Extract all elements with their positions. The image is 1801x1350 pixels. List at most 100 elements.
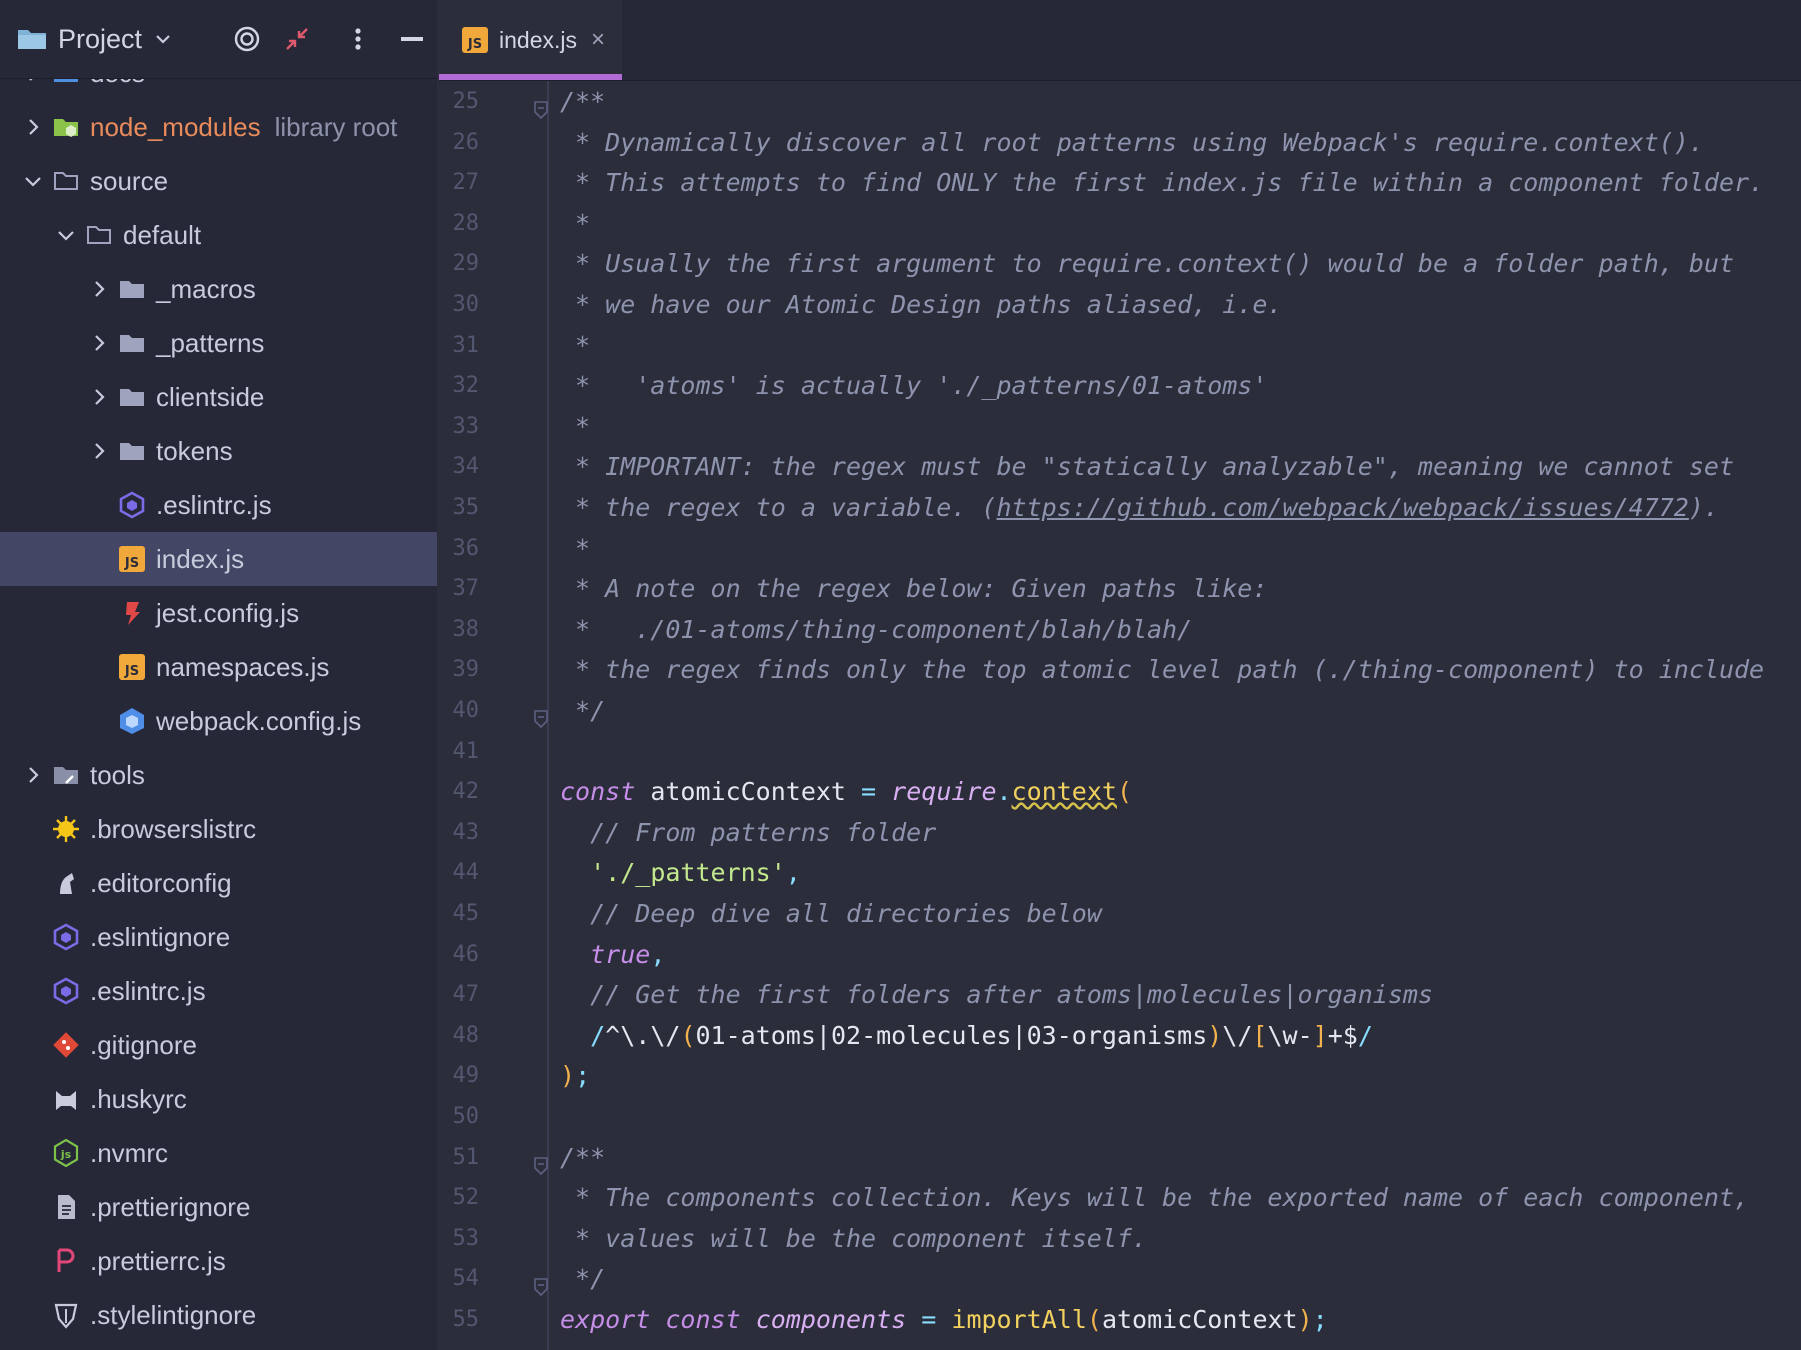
line-number: 41 — [452, 738, 480, 764]
tree-item[interactable]: tools — [0, 748, 437, 802]
tree-item-label: jest.config.js — [156, 597, 300, 628]
expand-toggle[interactable] — [20, 78, 46, 100]
line-number: 32 — [452, 373, 480, 399]
code-text: // From patterns folder — [560, 813, 936, 853]
tree-item[interactable]: tokens — [0, 424, 437, 478]
code-token: * — [560, 330, 591, 360]
code-editor[interactable]: 25/** 26 * Dynamically discover all root … — [439, 81, 1801, 1350]
fold-marker-icon[interactable] — [533, 92, 549, 120]
code-token: * 'atoms' is actually './_patterns/01-at… — [560, 371, 1268, 401]
code-token: * Dynamically discover all root patterns… — [560, 127, 1704, 157]
code-token: [ — [1252, 1020, 1268, 1050]
code-token: // Deep dive all directories below — [560, 899, 1102, 928]
code-token: * values will be the component itself. — [560, 1223, 1147, 1253]
tree-item[interactable]: _macros — [0, 262, 437, 316]
code-token: . — [996, 777, 1012, 807]
tree-item[interactable]: .gitignore — [0, 1018, 437, 1072]
expand-toggle[interactable] — [86, 316, 112, 370]
tree-item[interactable]: .eslintrc.js — [0, 964, 437, 1018]
tree-item-label: index.js — [156, 543, 245, 574]
line-number: 29 — [452, 251, 480, 277]
project-view-selector[interactable]: Project — [16, 0, 172, 78]
tree-item-label: namespaces.js — [156, 651, 330, 682]
tree-item[interactable]: .eslintignore — [0, 910, 437, 964]
fold-marker-icon[interactable] — [533, 701, 549, 729]
code-token: / — [1357, 1020, 1373, 1050]
collapse-all-button[interactable] — [283, 0, 311, 78]
expand-toggle[interactable] — [53, 208, 79, 262]
fold-marker-icon[interactable] — [533, 1148, 549, 1175]
locate-file-button[interactable] — [232, 0, 262, 78]
tree-item[interactable]: .eslintrc.js — [0, 478, 437, 532]
code-line: 37 * A note on the regex below: Given pa… — [439, 569, 1801, 609]
expand-toggle[interactable] — [86, 424, 112, 478]
code-token: */ — [560, 1264, 606, 1294]
tree-item[interactable]: JS index.js — [0, 532, 437, 586]
folder-open-icon — [50, 154, 82, 208]
code-token: ). — [1688, 493, 1719, 522]
code-text: */ — [560, 691, 605, 731]
code-token: https://github.com/webpack/webpack/issue… — [996, 493, 1689, 522]
code-token: * the regex to a variable. ( — [560, 493, 997, 522]
hide-panel-button[interactable] — [400, 0, 424, 78]
tree-item-label: _patterns — [156, 327, 265, 358]
stylelint-icon — [50, 1288, 82, 1342]
code-token: , — [650, 939, 666, 969]
code-token: atomicContext — [635, 777, 862, 807]
tree-item[interactable]: node_modules library root — [0, 100, 437, 154]
expand-toggle[interactable] — [20, 100, 46, 154]
tree-item[interactable]: .browserslistrc — [0, 802, 437, 856]
tree-item[interactable]: js .nvmrc — [0, 1126, 437, 1180]
expand-toggle[interactable] — [20, 154, 46, 208]
expand-toggle[interactable] — [86, 262, 112, 316]
tree-item[interactable]: docs — [0, 78, 437, 100]
js-file-icon: JS — [116, 532, 148, 586]
tree-item[interactable]: clientside — [0, 370, 437, 424]
tree-item[interactable]: webpack.config.js — [0, 694, 437, 748]
tree-item[interactable]: _patterns — [0, 316, 437, 370]
code-token: context — [1011, 777, 1117, 807]
expand-toggle[interactable] — [86, 370, 112, 424]
tree-item[interactable]: .prettierignore — [0, 1180, 437, 1234]
tab-close-button[interactable]: × — [591, 26, 605, 54]
code-token: \/ — [1222, 1020, 1253, 1050]
tree-item[interactable]: .stylelintignore — [0, 1288, 437, 1342]
tree-item[interactable]: default — [0, 208, 437, 262]
tree-item[interactable]: .prettierrc.js — [0, 1234, 437, 1288]
tree-item[interactable]: JS namespaces.js — [0, 640, 437, 694]
tree-item[interactable]: source — [0, 154, 437, 208]
tree-item[interactable]: .editorconfig — [0, 856, 437, 910]
more-vertical-icon — [355, 28, 361, 50]
code-line: 39 * the regex finds only the top atomic… — [439, 650, 1801, 690]
git-icon — [50, 1018, 82, 1072]
code-line: 44 './_patterns', — [439, 853, 1801, 893]
code-token: const — [665, 1305, 741, 1334]
code-line: 51 /** — [439, 1138, 1801, 1178]
code-token: * This attempts to find ONLY the first i… — [560, 168, 1765, 198]
code-token: ) — [1297, 1305, 1313, 1334]
code-token: +$ — [1327, 1020, 1358, 1050]
line-number: 44 — [452, 860, 480, 886]
code-token: const — [560, 777, 636, 807]
code-token: * IMPORTANT: the regex must be "statical… — [560, 452, 1734, 482]
tab-index-js[interactable]: JS index.js × — [439, 0, 622, 80]
tree-item-label: source — [90, 165, 169, 196]
line-number: 45 — [452, 901, 480, 926]
options-menu-button[interactable] — [352, 0, 364, 78]
tree-item-label: .gitignore — [90, 1029, 197, 1060]
tree-item[interactable]: .huskyrc — [0, 1072, 437, 1126]
code-line: 53 * values will be the component itself… — [439, 1219, 1801, 1259]
expand-toggle[interactable] — [20, 748, 46, 802]
chevron-right-icon — [95, 335, 105, 351]
tree-item[interactable]: jest.config.js — [0, 586, 437, 640]
code-line: 26 * Dynamically discover all root patte… — [439, 123, 1801, 163]
line-number: 26 — [452, 129, 480, 155]
fold-marker-icon[interactable] — [533, 1269, 549, 1297]
line-number: 31 — [452, 332, 480, 358]
